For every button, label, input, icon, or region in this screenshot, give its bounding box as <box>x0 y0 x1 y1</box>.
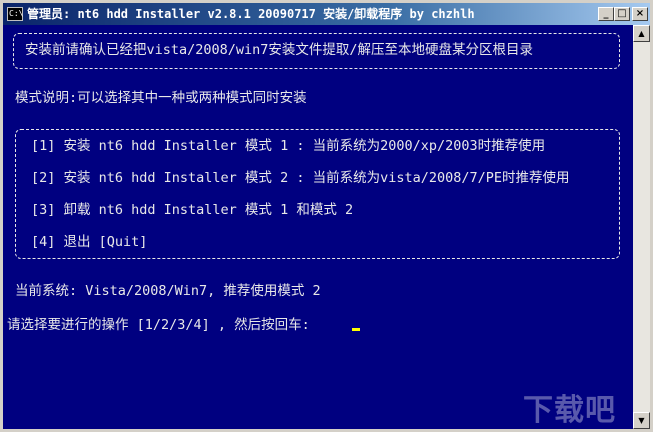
option-install-mode1: [1] 安装 nt6 hdd Installer 模式 1 : 当前系统为200… <box>31 138 546 154</box>
vertical-scrollbar[interactable]: ▲ ▼ <box>633 25 650 429</box>
text-cursor <box>352 328 360 331</box>
scroll-up-button[interactable]: ▲ <box>633 25 650 42</box>
watermark-logo: 下载吧 <box>523 393 616 428</box>
console-window: C:\ 管理员: nt6 hdd Installer v2.8.1 200907… <box>0 0 653 432</box>
operation-prompt: 请选择要进行的操作 [1/2/3/4] , 然后按回车: <box>7 317 310 333</box>
install-notice: 安装前请确认已经把vista/2008/win7安装文件提取/解压至本地硬盘某分… <box>25 42 534 58</box>
window-title: 管理员: nt6 hdd Installer v2.8.1 20090717 安… <box>27 7 475 21</box>
minimize-button[interactable]: _ <box>598 7 614 21</box>
scroll-down-button[interactable]: ▼ <box>633 412 650 429</box>
console-app-icon-text: C:\ <box>9 9 24 18</box>
console-area[interactable]: 安装前请确认已经把vista/2008/win7安装文件提取/解压至本地硬盘某分… <box>3 25 633 429</box>
title-bar[interactable]: C:\ 管理员: nt6 hdd Installer v2.8.1 200907… <box>3 3 650 25</box>
current-system: 当前系统: Vista/2008/Win7, 推荐使用模式 2 <box>15 283 321 299</box>
console-app-icon[interactable]: C:\ <box>7 7 23 21</box>
close-button[interactable]: × <box>632 7 648 21</box>
mode-description: 模式说明:可以选择其中一种或两种模式同时安装 <box>15 90 307 106</box>
option-uninstall: [3] 卸载 nt6 hdd Installer 模式 1 和模式 2 <box>31 202 354 218</box>
maximize-button[interactable]: □ <box>614 7 630 21</box>
option-quit: [4] 退出 [Quit] <box>31 234 148 250</box>
option-install-mode2: [2] 安装 nt6 hdd Installer 模式 2 : 当前系统为vis… <box>31 170 570 186</box>
